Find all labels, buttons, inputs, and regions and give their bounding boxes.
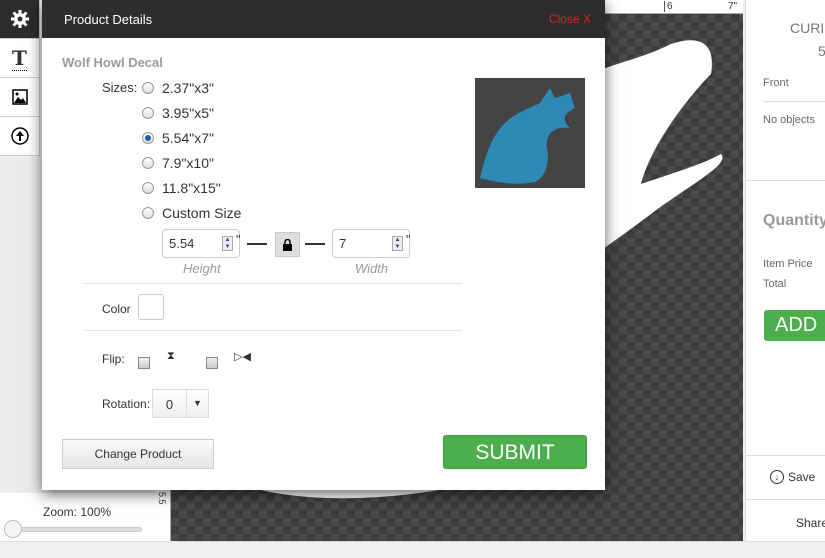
upload-tool[interactable] [0,117,40,156]
sizes-label: Sizes: [102,80,138,95]
flip-label: Flip: [102,352,125,366]
save-button[interactable]: ↓ Save [770,470,815,484]
divider [746,180,825,181]
link-line [305,243,325,245]
size-option[interactable]: 7.9"x10" [142,155,214,171]
product-details-modal: Product Details Close X Wolf Howl Decal … [42,0,605,490]
radio-button[interactable] [142,82,154,94]
flip-vertical-checkbox[interactable] [138,357,150,369]
height-caption: Height [183,261,221,276]
lock-icon [283,238,292,251]
left-toolbar: T [0,0,40,156]
share-button[interactable]: Share [796,516,825,530]
text-icon: T [12,45,27,71]
size-label: 3.95"x5" [162,105,214,121]
item-price-label: Item Price [763,258,813,270]
rotation-label: Rotation: [102,397,151,411]
no-objects-label: No objects [763,114,815,126]
size-option[interactable]: 11.8"x15" [142,180,221,196]
settings-tool[interactable] [0,0,40,39]
save-icon: ↓ [770,470,784,484]
width-spinner[interactable]: ▲ ▼ [392,236,403,251]
divider [763,101,825,102]
width-value: 7 [339,236,347,251]
height-value: 5.54 [169,236,195,251]
size-label: 5.54"x7" [162,130,214,146]
total-label: Total [763,278,787,290]
divider [84,330,462,331]
current-label: CURI [790,20,825,36]
divider [746,499,825,500]
width-caption: Width [355,261,389,276]
ruler-tick: 7" [728,1,738,12]
size-option-custom[interactable]: Custom Size [142,205,241,221]
radio-button-selected[interactable] [142,132,154,144]
save-label: Save [788,470,816,484]
flip-vertical-icon: ⧗ [167,350,175,362]
width-input[interactable]: 7 ▲ ▼ [332,229,410,258]
add-to-cart-button[interactable]: ADD [764,310,825,341]
ruler-label: 5.5 [157,492,167,505]
submit-button[interactable]: SUBMIT [443,435,587,469]
width-unit: " [406,232,411,247]
height-input[interactable]: 5.54 ▲ ▼ [162,229,240,258]
zoom-slider-track[interactable] [8,527,142,532]
size-option[interactable]: 3.95"x5" [142,105,214,121]
size-option[interactable]: 5.54"x7" [142,130,214,146]
zoom-control: Zoom: 100% [0,493,155,541]
image-icon [11,89,28,105]
image-tool[interactable] [0,78,40,117]
flip-horizontal-checkbox[interactable] [206,357,218,369]
radio-button[interactable] [142,157,154,169]
text-tool[interactable]: T [0,39,40,78]
close-button[interactable]: Close X [549,12,591,26]
modal-header: Product Details Close X [42,0,605,38]
size-label: Custom Size [162,205,242,221]
zoom-slider-thumb[interactable] [4,520,22,538]
radio-button[interactable] [142,107,154,119]
divider [746,455,825,456]
ruler-tick: 6 [664,1,673,12]
flip-horizontal-icon: ▷◀ [234,351,251,363]
size-label: 7.9"x10" [162,155,214,171]
zoom-label: Zoom: 100% [43,505,112,519]
modal-title: Product Details [64,11,153,27]
product-thumbnail [475,78,585,188]
height-spinner[interactable]: ▲ ▼ [222,236,233,251]
product-name: Wolf Howl Decal [62,55,163,70]
rotation-select[interactable]: 0 ▼ [152,389,209,418]
front-label: Front [763,77,789,89]
upload-icon [10,127,29,145]
rotation-value: 0 [153,390,187,417]
radio-button[interactable] [142,182,154,194]
right-panel: CURI 5 Front No objects Quantity: Item P… [745,0,825,541]
wolf-thumbnail-image [480,88,575,184]
current-value: 5 [818,43,825,59]
link-line [247,243,267,245]
chevron-down-icon[interactable]: ▼ [187,390,208,417]
size-label: 2.37"x3" [162,80,214,96]
size-label: 11.8"x15" [162,180,221,196]
radio-button[interactable] [142,207,154,219]
quantity-label: Quantity: [763,212,825,229]
change-product-button[interactable]: Change Product [62,439,214,469]
aspect-lock-button[interactable] [275,232,300,257]
divider [84,283,462,284]
color-swatch[interactable] [138,294,164,320]
gear-icon [10,10,29,28]
size-option[interactable]: 2.37"x3" [142,80,214,96]
height-unit: " [236,232,241,247]
color-label: Color [102,302,131,316]
bottom-bar [0,541,825,558]
